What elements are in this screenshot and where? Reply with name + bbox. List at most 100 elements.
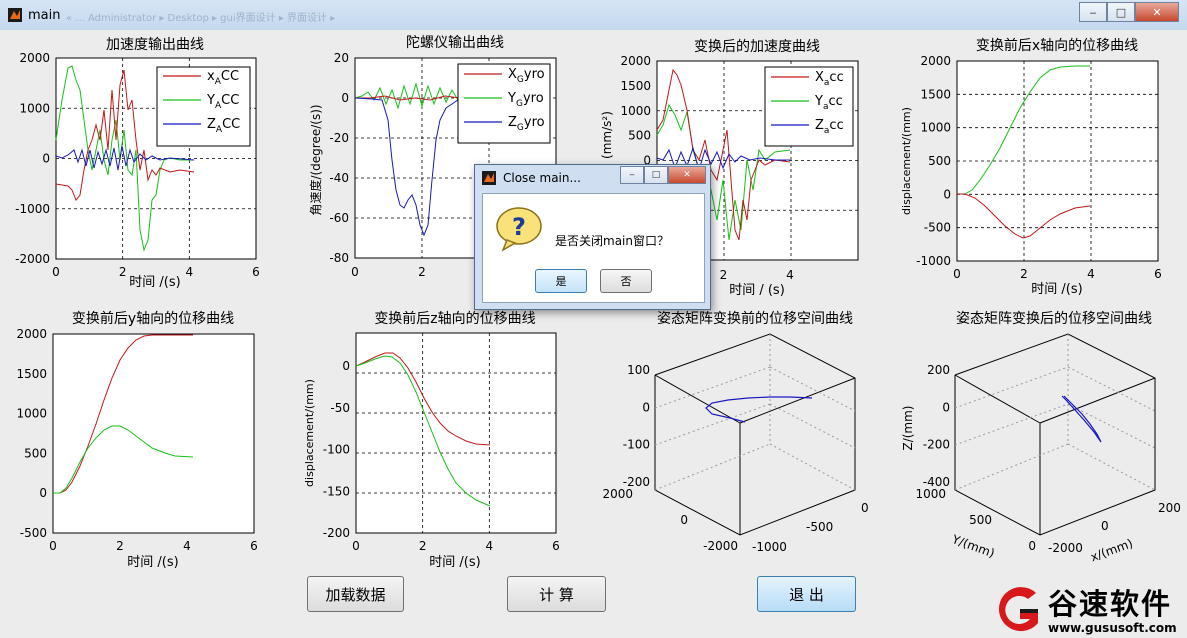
gususoft-logo-icon (998, 587, 1038, 632)
y-axis-label: displacement/(mm) (303, 379, 316, 487)
dialog-title: Close main... (503, 171, 581, 185)
close-dialog: Close main... ‒ □ ✕ ? 是否关闭main窗口？ 是 否 (474, 164, 711, 310)
z-tick-label: -100 (623, 438, 650, 452)
main-window: main « ... Administrator ▸ Desktop ▸ gui… (0, 0, 1187, 638)
dialog-maximize-button[interactable]: □ (644, 166, 668, 184)
x-tick-neg1000: -1000 (752, 540, 787, 554)
y-tick-label: -1000 (15, 202, 50, 216)
y-tick-label: 0 (342, 359, 350, 373)
x-axis-label: 时间 /(s) (127, 555, 178, 570)
x-tick-label: 4 (183, 539, 191, 553)
y-tick-label: 2000 (19, 51, 50, 65)
x-tick-0: 0 (1101, 519, 1109, 533)
z-tick-label: 0 (642, 400, 650, 414)
x-tick-label: 2 (419, 539, 427, 553)
load-data-button[interactable]: 加载数据 (307, 576, 404, 612)
x-axis-label: x/(mm) (1089, 536, 1135, 564)
x-tick-label: 6 (252, 265, 260, 279)
y-tick-label: 1000 (620, 104, 651, 118)
z-tick-label: 100 (627, 363, 650, 377)
plot-title: 姿态矩阵变换前的位移空间曲线 (657, 310, 853, 327)
x-tick-label: 2 (116, 539, 124, 553)
x-axis-label: 时间 /(s) (1031, 282, 1082, 297)
y-tick-label: 20 (334, 51, 349, 65)
y-tick-label: -500 (20, 526, 47, 540)
axes-frame (355, 332, 557, 534)
watermark: 谷速软件 www.gususoft.com (990, 583, 1187, 638)
z-axis-label: Z/(mm) (901, 405, 915, 450)
yes-button[interactable]: 是 (535, 269, 587, 293)
y-axis-label: 角速度/(degree/(s)) (308, 104, 323, 215)
x-axis-label: 时间 /(s) (429, 555, 480, 570)
x-tick-label: 2 (418, 265, 426, 279)
y-tick-neg2000: -2000 (703, 539, 738, 553)
y-tick-label: 1500 (16, 367, 47, 381)
x-tick-label: 4 (786, 268, 794, 282)
x-tick-label: 4 (1087, 267, 1095, 281)
y-tick-label: -200 (323, 526, 350, 540)
y-tick-label: -80 (329, 251, 349, 265)
x-tick-label: 6 (552, 539, 560, 553)
dialog-message: 是否关闭main窗口？ (555, 234, 669, 248)
y-tick-label: 1000 (16, 407, 47, 421)
dialog-body: ? 是否关闭main窗口？ 是 否 (482, 193, 705, 303)
y-axis-label: Y/(mm) (949, 532, 996, 561)
x-tick-label: 0 (52, 265, 60, 279)
x-tick-label: 6 (1154, 267, 1162, 281)
plot-3d-before: 姿态矩阵变换前的位移空间曲线 1000-100-200 2000 0 -2000… (602, 310, 868, 554)
x-tick-0: 0 (861, 501, 869, 515)
y-tick-label: -150 (323, 484, 350, 498)
plot-title: 陀螺仪输出曲线 (406, 35, 504, 51)
z-tick-label: -200 (923, 438, 950, 452)
compute-button[interactable]: 计 算 (507, 576, 606, 612)
x-axis-label: 时间 / (s) (729, 283, 785, 298)
y-tick-label: -40 (329, 171, 349, 185)
y-tick-1000: 1000 (915, 487, 946, 501)
y-tick-label: 1000 (920, 121, 951, 135)
plot-title: 姿态矩阵变换后的位移空间曲线 (956, 310, 1152, 327)
plot-title: 变换前后z轴向的位移曲线 (374, 310, 535, 327)
x-tick-label: 0 (953, 267, 961, 281)
y-tick-label: 1500 (620, 79, 651, 93)
x-tick-label: 0 (351, 265, 359, 279)
y-tick-label: 0 (42, 152, 50, 166)
figure-canvas: 加速度输出曲线 时间 /(s) 0246 200010000-1000-2000… (15, 35, 1181, 570)
y-tick-label: 2000 (16, 327, 47, 341)
y-tick-0: 0 (1028, 539, 1036, 553)
plot-x-displacement: 变换前后x轴向的位移曲线 displacement/(mm) 时间 /(s) 0… (900, 37, 1162, 297)
y-tick-label: -100 (323, 443, 350, 457)
y-axis-label: (mm/s²) (600, 111, 614, 159)
plot-title: 变换前后y轴向的位移曲线 (72, 310, 234, 327)
x-tick-label: 2 (119, 265, 127, 279)
y-tick-label: 2000 (920, 54, 951, 68)
x-tick-label: 2 (1020, 267, 1028, 281)
x-tick-label: 0 (352, 539, 360, 553)
watermark-url: www.gususoft.com (1048, 621, 1177, 635)
no-button[interactable]: 否 (600, 269, 652, 293)
x-tick-neg2000: -2000 (1048, 541, 1083, 555)
x-tick-label: 4 (186, 265, 194, 279)
y-tick-label: 1000 (19, 101, 50, 115)
y-tick-0: 0 (680, 513, 688, 527)
y-tick-label: -2000 (15, 252, 50, 266)
grid-3d (954, 334, 1156, 491)
svg-text:?: ? (512, 213, 526, 241)
plot-y-displacement: 变换前后y轴向的位移曲线 时间 /(s) 0 2 4 6 2000 1500 1000 50… (16, 310, 257, 570)
question-icon: ? (496, 207, 542, 252)
y-tick-label: 500 (628, 129, 651, 143)
y-tick-label: -500 (924, 221, 951, 235)
dialog-minimize-button[interactable]: ‒ (620, 166, 644, 184)
dialog-close-button[interactable]: ✕ (668, 166, 706, 184)
plot-title: 变换前后x轴向的位移曲线 (976, 37, 1138, 54)
plot-title: 变换后的加速度曲线 (694, 38, 820, 55)
grid-3d (654, 334, 856, 491)
exit-button[interactable]: 退 出 (757, 576, 856, 612)
x-tick-label: 4 (486, 539, 494, 553)
x-tick-neg500: -500 (806, 520, 833, 534)
plot-title: 加速度输出曲线 (106, 37, 204, 53)
x-tick-label: 2 (720, 268, 728, 282)
y-tick-label: -1000 (916, 254, 951, 268)
y-tick-label: -60 (329, 211, 349, 225)
axes-frame (52, 333, 255, 534)
y-tick-label: 1500 (920, 87, 951, 101)
